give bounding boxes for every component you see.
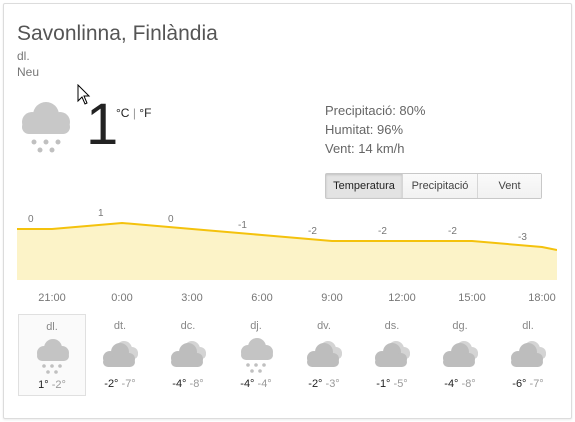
unit-celsius[interactable]: °C	[116, 106, 129, 120]
current-condition: Neu	[17, 65, 40, 79]
forecast-temps: -4° -8°	[154, 378, 222, 390]
current-temperature: 1	[86, 92, 119, 157]
time-tick-label: 6:00	[251, 292, 273, 304]
forecast-low: -8°	[186, 378, 204, 390]
time-tick-label: 3:00	[181, 292, 203, 304]
tab-wind[interactable]: Vent	[477, 174, 541, 198]
daily-forecast: dl. 1° -2° dt. -2° -7° dc. -4° -8° dj. -4° -4° d…	[17, 314, 557, 396]
chart-data-label: -2	[378, 226, 387, 237]
forecast-high: 1°	[38, 379, 49, 391]
forecast-high: -4°	[240, 378, 255, 390]
chart-data-label: -2	[448, 226, 457, 237]
time-tick-label: 0:00	[111, 292, 133, 304]
snow-cloud-icon	[22, 102, 70, 153]
forecast-low: -3°	[322, 378, 340, 390]
cloud-icon	[426, 338, 494, 374]
cloud-icon	[494, 338, 562, 374]
current-day: dl.	[17, 49, 30, 63]
forecast-low: -7°	[118, 378, 136, 390]
forecast-temps: 1° -2°	[19, 379, 85, 391]
forecast-day-label: dv.	[317, 320, 331, 332]
forecast-day-label: dt.	[113, 320, 127, 332]
forecast-temps: -2° -7°	[86, 378, 154, 390]
forecast-high: -1°	[376, 378, 391, 390]
forecast-day-7[interactable]: dl. -6° -7°	[494, 314, 562, 396]
time-tick-label: 9:00	[321, 292, 343, 304]
time-tick-label: 15:00	[458, 292, 486, 304]
snow-icon	[222, 338, 290, 374]
tab-precipitation[interactable]: Precipitació	[402, 174, 477, 198]
forecast-day-4[interactable]: dv. -2° -3°	[290, 314, 358, 396]
time-tick-label: 18:00	[528, 292, 556, 304]
chart-tabs: Temperatura Precipitació Vent	[325, 173, 542, 199]
forecast-day-1[interactable]: dt. -2° -7°	[86, 314, 154, 396]
temperature-chart: 0 1 0 -1 -2 -2 -2 -3	[17, 208, 557, 280]
forecast-low: -4°	[254, 378, 272, 390]
unit-toggle: °C | °F	[116, 106, 151, 120]
forecast-temps: -2° -3°	[290, 378, 358, 390]
chart-data-label: 1	[98, 208, 104, 219]
precipitation-value: Precipitació: 80%	[325, 103, 426, 118]
forecast-day-6[interactable]: dg. -4° -8°	[426, 314, 494, 396]
forecast-high: -4°	[444, 378, 459, 390]
forecast-low: -7°	[526, 378, 544, 390]
cloud-icon	[154, 338, 222, 374]
chart-data-label: 0	[28, 214, 34, 225]
time-tick-label: 21:00	[38, 292, 66, 304]
forecast-high: -4°	[172, 378, 187, 390]
time-axis: 21:00 0:00 3:00 6:00 9:00 12:00 15:00 18:00	[17, 292, 557, 306]
forecast-day-0[interactable]: dl. 1° -2°	[18, 314, 86, 396]
cloud-icon	[86, 338, 154, 374]
forecast-day-5[interactable]: ds. -1° -5°	[358, 314, 426, 396]
unit-separator: |	[132, 106, 136, 120]
tab-temperature[interactable]: Temperatura	[326, 174, 402, 198]
chart-data-label: -3	[518, 232, 527, 243]
forecast-day-label: dg.	[452, 320, 468, 332]
forecast-temps: -6° -7°	[494, 378, 562, 390]
forecast-temps: -4° -4°	[222, 378, 290, 390]
cloud-icon	[290, 338, 358, 374]
unit-fahrenheit[interactable]: °F	[139, 106, 151, 120]
weather-details: Precipitació: 80% Humitat: 96% Vent: 14 …	[325, 101, 425, 158]
location-title: Savonlinna, Finlàndia	[17, 22, 218, 45]
forecast-day-2[interactable]: dc. -4° -8°	[154, 314, 222, 396]
chart-data-label: 0	[168, 214, 174, 225]
snow-icon	[19, 339, 85, 375]
forecast-temps: -4° -8°	[426, 378, 494, 390]
forecast-high: -6°	[512, 378, 527, 390]
forecast-low: -8°	[458, 378, 476, 390]
forecast-day-label: dc.	[180, 320, 196, 332]
chart-area	[17, 223, 557, 280]
wind-value: Vent: 14 km/h	[325, 141, 405, 156]
time-tick-label: 12:00	[388, 292, 416, 304]
forecast-temps: -1° -5°	[358, 378, 426, 390]
forecast-high: -2°	[308, 378, 323, 390]
forecast-day-label: dl.	[46, 321, 58, 333]
humidity-value: Humitat: 96%	[325, 122, 404, 137]
cloud-icon	[358, 338, 426, 374]
forecast-high: -2°	[104, 378, 119, 390]
chart-data-label: -2	[308, 226, 317, 237]
forecast-low: -2°	[48, 379, 66, 391]
forecast-day-3[interactable]: dj. -4° -4°	[222, 314, 290, 396]
forecast-day-label: ds.	[384, 320, 400, 332]
forecast-day-label: dl.	[522, 320, 534, 332]
forecast-low: -5°	[390, 378, 408, 390]
forecast-day-label: dj.	[250, 320, 262, 332]
chart-data-label: -1	[238, 220, 247, 231]
